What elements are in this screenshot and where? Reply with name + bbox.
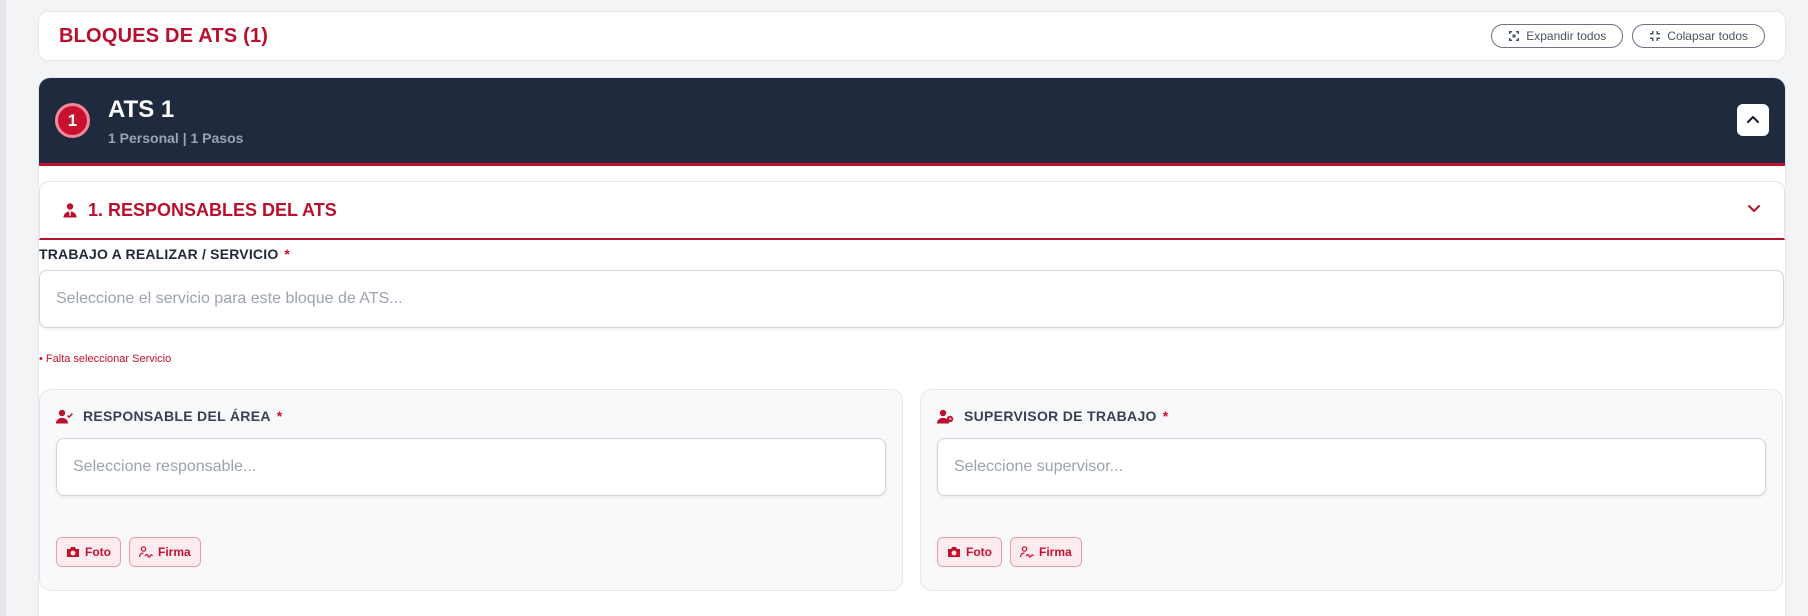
camera-icon — [948, 547, 960, 557]
collapse-ats-button[interactable] — [1737, 104, 1769, 136]
chevron-up-icon — [1747, 116, 1759, 123]
user-tie-icon — [63, 203, 77, 218]
expand-icon — [1509, 31, 1520, 41]
area-photo-label: Foto — [85, 545, 111, 559]
header-actions: Expandir todos Colapsar todos — [1491, 24, 1765, 48]
area-photo-button[interactable]: Foto — [56, 537, 121, 567]
expand-all-label: Expandir todos — [1526, 29, 1607, 43]
collapse-all-button[interactable]: Colapsar todos — [1632, 24, 1765, 48]
ats-card: 1 ATS 1 1 Personal | 1 Pasos 1. RESPONSA… — [38, 77, 1786, 616]
work-supervisor-label: SUPERVISOR DE TRABAJO * — [964, 408, 1169, 424]
ats-number-badge: 1 — [55, 103, 90, 138]
user-clock-icon — [937, 409, 954, 423]
area-responsible-media: Foto Firma — [56, 537, 886, 567]
signature-icon — [139, 546, 153, 558]
compress-icon — [1650, 31, 1661, 41]
service-select[interactable]: Seleccione el servicio para este bloque … — [39, 270, 1784, 328]
area-responsible-card: RESPONSABLE DEL ÁREA * Seleccione respons… — [39, 389, 903, 591]
expand-all-button[interactable]: Expandir todos — [1491, 24, 1624, 48]
service-required-mark: * — [284, 246, 291, 262]
work-supervisor-media: Foto Firma — [937, 537, 1766, 567]
area-responsible-label: RESPONSABLE DEL ÁREA * — [83, 408, 283, 424]
supervisor-photo-button[interactable]: Foto — [937, 537, 1002, 567]
section-header-responsables[interactable]: 1. RESPONSABLES DEL ATS — [39, 181, 1785, 240]
blocks-title: BLOQUES DE ATS (1) — [59, 24, 269, 47]
blocks-header: BLOQUES DE ATS (1) Expandir todos Colaps… — [38, 11, 1786, 61]
ats-banner[interactable]: 1 ATS 1 1 Personal | 1 Pasos — [39, 78, 1785, 166]
area-responsible-select[interactable]: Seleccione responsable... — [56, 438, 886, 496]
work-supervisor-required-mark: * — [1162, 408, 1169, 424]
service-placeholder: Seleccione el servicio para este bloque … — [56, 290, 403, 307]
area-sign-button[interactable]: Firma — [129, 537, 201, 567]
area-responsible-required-mark: * — [276, 408, 283, 424]
service-label: TRABAJO A REALIZAR / SERVICIO * — [39, 246, 1785, 262]
left-sidebar-edge — [0, 0, 6, 616]
service-label-text: TRABAJO A REALIZAR / SERVICIO — [39, 246, 279, 262]
area-responsible-label-text: RESPONSABLE DEL ÁREA — [83, 408, 271, 424]
ats-name: ATS 1 — [108, 95, 175, 123]
area-responsible-header: RESPONSABLE DEL ÁREA * — [56, 408, 886, 424]
work-supervisor-label-text: SUPERVISOR DE TRABAJO — [964, 408, 1157, 424]
service-error: • Falta seleccionar Servicio — [39, 353, 172, 365]
page-content: BLOQUES DE ATS (1) Expandir todos Colaps… — [38, 11, 1786, 616]
ats-summary: 1 Personal | 1 Pasos — [108, 129, 244, 146]
section-toggle[interactable] — [1746, 200, 1762, 221]
user-check-icon — [56, 409, 73, 423]
section-title-group: 1. RESPONSABLES DEL ATS — [62, 200, 337, 221]
camera-icon — [67, 547, 79, 557]
work-supervisor-select[interactable]: Seleccione supervisor... — [937, 438, 1766, 496]
supervisor-photo-label: Foto — [966, 545, 992, 559]
responsible-columns: RESPONSABLE DEL ÁREA * Seleccione respons… — [39, 389, 1785, 591]
area-sign-label: Firma — [158, 545, 191, 559]
supervisor-sign-label: Firma — [1039, 545, 1072, 559]
collapse-all-label: Colapsar todos — [1667, 29, 1748, 43]
supervisor-sign-button[interactable]: Firma — [1010, 537, 1082, 567]
work-supervisor-placeholder: Seleccione supervisor... — [954, 458, 1123, 475]
work-supervisor-card: SUPERVISOR DE TRABAJO * Seleccione superv… — [920, 389, 1783, 591]
signature-icon — [1020, 546, 1034, 558]
area-responsible-placeholder: Seleccione responsable... — [73, 458, 257, 475]
ats-titles: ATS 1 1 Personal | 1 Pasos — [108, 96, 243, 146]
chevron-down-icon — [1748, 204, 1760, 212]
work-supervisor-header: SUPERVISOR DE TRABAJO * — [937, 408, 1766, 424]
section-title: 1. RESPONSABLES DEL ATS — [88, 199, 337, 220]
